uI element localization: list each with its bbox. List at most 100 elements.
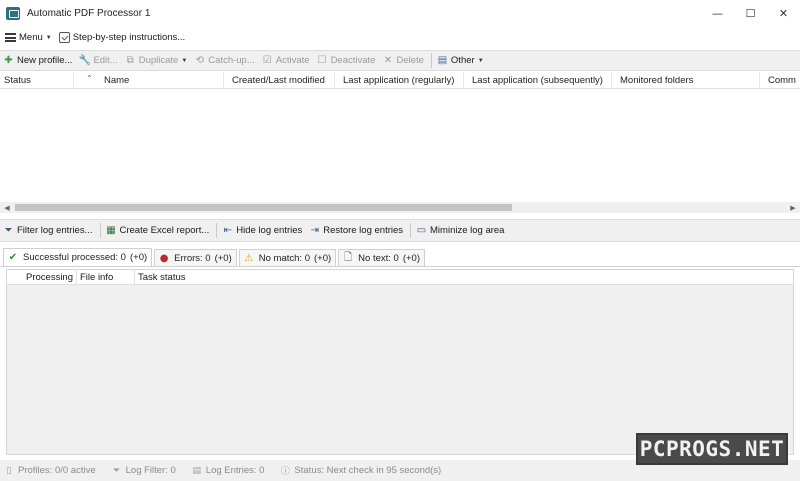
log-column-header[interactable]: Processing: [23, 270, 77, 285]
duplicate-button[interactable]: ⧉ Duplicate ▼: [125, 55, 188, 66]
filter-log-button[interactable]: ⏷ Filter log entries...: [3, 225, 93, 236]
status-profiles-label: Profiles: 0/0 active: [18, 465, 96, 476]
column-header[interactable]: Status: [0, 72, 74, 88]
close-button[interactable]: ✕: [767, 0, 800, 26]
minimize-log-button[interactable]: ▭ Miminize log area: [416, 224, 505, 236]
log-column-header[interactable]: Task status: [135, 270, 335, 285]
status-status: ⓘ Status: Next check in 95 second(s): [280, 465, 441, 477]
scroll-left-icon[interactable]: ◀: [2, 203, 12, 212]
restore-log-label: Restore log entries: [323, 225, 404, 236]
other-grid-icon: ▤: [437, 54, 448, 66]
step-by-step-label: Step-by-step instructions...: [72, 32, 186, 43]
checkbox-empty-icon: ☐: [317, 54, 327, 66]
catch-up-button[interactable]: ⟲ Catch-up...: [194, 54, 255, 66]
wrench-icon: 🔧: [78, 54, 92, 66]
watermark-logo: PCPROGS.NET: [636, 433, 788, 465]
log-grid-header: Processing File info Task status: [6, 269, 794, 285]
checkbox-checked-icon: ☑: [262, 54, 272, 66]
tab-no-text[interactable]: 🗋 No text: 0 (+0): [338, 249, 425, 266]
sort-ascending-icon[interactable]: ⌃: [86, 74, 93, 83]
horizontal-scrollbar[interactable]: ◀ ▶: [0, 202, 800, 213]
tab-label: No match: 0: [258, 252, 310, 264]
tab-count: (+0): [402, 252, 420, 264]
menu-button[interactable]: Menu ▼: [5, 32, 52, 43]
status-log-filter-label: Log Filter: 0: [125, 465, 176, 476]
app-icon: [6, 6, 20, 20]
activate-button[interactable]: ☑ Activate: [262, 55, 310, 66]
other-label: Other: [450, 55, 475, 66]
deactivate-button[interactable]: ☐ Deactivate: [317, 55, 376, 66]
filter-icon: ⏷: [4, 224, 13, 236]
deactivate-label: Deactivate: [330, 55, 376, 66]
minimize-area-icon: ▭: [416, 224, 427, 236]
tab-count: (+0): [214, 252, 232, 264]
document-icon: 🗋: [344, 251, 353, 263]
minimize-log-label: Miminize log area: [430, 225, 505, 236]
list-icon: ▤: [192, 465, 202, 476]
tab-label: Errors: 0: [174, 252, 211, 264]
status-log-entries-label: Log Entries: 0: [205, 465, 265, 476]
toolbar-separator: [99, 223, 101, 238]
delete-button[interactable]: ✕ Delete: [382, 54, 424, 66]
minimize-button[interactable]: —: [701, 0, 734, 26]
tab-count: (+0): [313, 252, 332, 264]
new-profile-label: New profile...: [17, 55, 73, 66]
log-toolbar: ⏷ Filter log entries... ▦ Create Excel repo…: [0, 219, 800, 242]
delete-label: Delete: [396, 55, 424, 66]
profiles-list[interactable]: [0, 89, 800, 202]
window-title: Automatic PDF Processor 1: [27, 7, 151, 19]
duplicate-icon: ⧉: [126, 54, 134, 66]
column-header[interactable]: Comm: [764, 72, 800, 88]
restore-log-button[interactable]: ⇥ Restore log entries: [309, 225, 403, 236]
status-profiles: ▯ Profiles: 0/0 active: [4, 465, 96, 476]
column-header[interactable]: Monitored folders: [616, 72, 760, 88]
excel-report-label: Create Excel report...: [119, 225, 210, 236]
profile-toolbar: ✚ New profile... 🔧 Edit... ⧉ Duplicate ▼ ⟲ Catch…: [0, 50, 800, 71]
hide-log-button[interactable]: ⇤ Hide log entries: [222, 225, 303, 236]
log-list[interactable]: [6, 285, 794, 455]
column-header[interactable]: Last application (regularly): [339, 72, 464, 88]
filter-log-label: Filter log entries...: [17, 225, 93, 236]
chevron-down-icon: ▼: [45, 34, 52, 41]
edit-button[interactable]: 🔧 Edit...: [78, 54, 118, 66]
info-icon: ⓘ: [280, 467, 290, 477]
column-header[interactable]: Last application (subsequently): [468, 72, 612, 88]
chevron-down-icon: ▼: [181, 57, 188, 64]
title-bar: Automatic PDF Processor 1 — ☐ ✕: [0, 0, 800, 26]
status-log-entries: ▤ Log Entries: 0: [192, 465, 265, 476]
hamburger-icon: [5, 33, 16, 42]
maximize-button[interactable]: ☐: [734, 0, 767, 26]
column-header[interactable]: Created/Last modified: [228, 72, 335, 88]
toolbar-separator: [216, 223, 218, 238]
warning-icon: ⚠: [244, 252, 254, 264]
scroll-right-icon[interactable]: ▶: [788, 203, 798, 212]
status-log-filter: ⏷ Log Filter: 0: [112, 465, 176, 476]
log-column-header[interactable]: File info: [77, 270, 135, 285]
step-checklist-icon: [58, 32, 70, 43]
new-profile-button[interactable]: ✚ New profile...: [3, 55, 72, 66]
hide-log-label: Hide log entries: [236, 225, 303, 236]
profile-doc-icon: ▯: [6, 465, 12, 476]
chevron-down-icon: ▼: [477, 57, 484, 64]
plus-icon: ✚: [4, 54, 13, 66]
step-by-step-button[interactable]: Step-by-step instructions...: [58, 32, 186, 43]
catch-up-label: Catch-up...: [208, 55, 255, 66]
scrollbar-thumb[interactable]: [15, 204, 512, 211]
tab-no-match[interactable]: ⚠ No match: 0 (+0): [238, 249, 337, 266]
profiles-grid-header: ⌃ Status Name Created/Last modified Last ap…: [0, 72, 800, 89]
column-header[interactable]: Name: [100, 72, 224, 88]
edit-label: Edit...: [93, 55, 118, 66]
tab-successful[interactable]: ✔ Successful processed: 0 (+0): [3, 248, 153, 266]
tab-label: No text: 0: [358, 252, 399, 264]
other-button[interactable]: ▤ Other ▼: [437, 55, 484, 66]
restore-icon: ⇥: [310, 224, 319, 236]
duplicate-label: Duplicate: [138, 55, 179, 66]
delete-x-icon: ✕: [383, 54, 393, 66]
tab-label: Successful processed: 0: [23, 252, 126, 263]
excel-report-button[interactable]: ▦ Create Excel report...: [106, 225, 210, 236]
history-icon: ⟲: [195, 54, 204, 66]
tab-errors[interactable]: ● Errors: 0 (+0): [154, 249, 237, 266]
filter-icon: ⏷: [113, 465, 121, 476]
window-controls: — ☐ ✕: [701, 0, 800, 26]
checkmark-icon: ✔: [8, 252, 18, 263]
